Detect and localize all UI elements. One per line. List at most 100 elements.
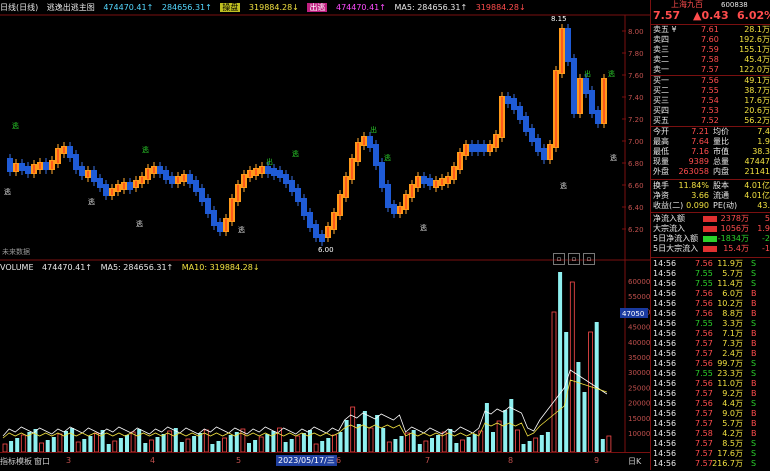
volume-highlight-value: 47050: [622, 310, 644, 318]
candle-core: [249, 171, 251, 177]
volume-bar: [112, 440, 118, 453]
volume-bar: [558, 272, 563, 452]
chart-svg[interactable]: 8.00 7.80 7.60 7.40 7.20 7.00 6.80 6.60 6.40 6.20…: [0, 0, 650, 470]
signal-marker: 逃: [12, 121, 19, 130]
volume-bar: [283, 442, 288, 452]
candle-body: [43, 162, 49, 170]
candle-body: [97, 178, 103, 188]
price-high-label: 8.15: [551, 15, 567, 23]
stats-row: 今开 7.21 均价 7.4: [653, 127, 770, 136]
volume-bar: [20, 434, 26, 453]
candle-core: [15, 164, 17, 171]
volume-bar: [436, 435, 441, 452]
candle-core: [489, 145, 491, 151]
volume-bar: [423, 440, 429, 453]
signal-marker: 出: [370, 125, 377, 134]
volume-bar: [362, 411, 367, 452]
tick-row: 14:56 7.56 6.0万 B: [653, 289, 757, 298]
price-axis-label: 6.40: [628, 204, 644, 212]
volume-bar: [503, 410, 508, 452]
volume-bars: [2, 272, 612, 453]
tab-indicator[interactable]: 指标: [0, 456, 16, 467]
flow-bar: [703, 216, 717, 222]
volume-bar: [308, 430, 312, 452]
ask-row: 卖二 7.58 45.4万: [653, 55, 770, 64]
candle-body: [307, 212, 313, 228]
candle-core: [141, 177, 143, 183]
volume-axis-label: 15000: [628, 415, 650, 423]
date-tick-8: 8: [508, 456, 514, 465]
volume-bar: [454, 443, 459, 452]
candle-core: [261, 167, 263, 173]
volume-bar: [386, 441, 392, 453]
candle-core: [339, 195, 341, 215]
candle-core: [447, 177, 449, 183]
volume-bar: [106, 444, 111, 452]
candle-core: [183, 175, 185, 181]
no-data-label: 未来数据: [2, 247, 30, 256]
date-cursor: 2023/05/17/三: [276, 455, 337, 466]
candle-body: [523, 116, 529, 132]
volume-bar: [448, 429, 453, 452]
tab-daily[interactable]: 日K: [628, 456, 641, 467]
candle-core: [399, 207, 401, 213]
candle-body: [277, 170, 283, 178]
volume-bar: [430, 438, 434, 452]
volume-bar: [148, 439, 154, 453]
volume-bar: [466, 437, 471, 452]
volume-bar: [350, 406, 356, 453]
candle-core: [327, 227, 329, 237]
volume-bar: [45, 440, 50, 452]
tick-row: 14:56 7.57 9.2万 B: [653, 389, 757, 398]
volume-bar: [137, 429, 142, 452]
mini-button-3[interactable]: ▫: [583, 253, 595, 265]
candle-body: [427, 178, 433, 186]
date-tick-7: 7: [425, 456, 431, 465]
tick-row: 14:56 7.55 5.7万 S: [653, 269, 757, 278]
tab-template[interactable]: 模板: [16, 456, 32, 467]
tick-row: 14:56 7.57 17.6万 S: [653, 449, 757, 458]
chart-area[interactable]: 日线(日线) 逃逸出逃主图 474470.41↑ 284656.31↑ 操盘 3…: [0, 0, 650, 470]
price-axis-label: 6.60: [628, 182, 644, 190]
stats2-row: 换手 11.84% 股本 4.01亿: [653, 181, 770, 190]
volume-bar: [39, 442, 44, 453]
candle-body: [271, 168, 277, 176]
volume-bar: [588, 331, 593, 453]
signal-marker: 逃: [610, 153, 617, 162]
candle-body: [511, 98, 517, 110]
candle-core: [603, 79, 605, 123]
candle-core: [111, 189, 113, 195]
tick-row: 14:56 7.57 8.5万 S: [653, 439, 757, 448]
volume-bar: [320, 441, 325, 452]
candle-body: [517, 106, 523, 120]
candle-core: [237, 185, 239, 201]
candle-body: [571, 58, 577, 114]
volume-bar: [185, 438, 191, 453]
tick-row: 14:56 7.58 4.2万 B: [653, 429, 757, 438]
signal-marker: 逃: [420, 223, 427, 232]
volume-label[interactable]: VOLUME: [0, 263, 34, 272]
bid-row: 买四 7.53 20.6万: [653, 106, 770, 115]
stats-row: 外盘 263058 内盘 21141: [653, 167, 770, 176]
volume-bar: [301, 433, 306, 452]
volume-bar: [606, 435, 612, 453]
quote-panel: 上海九百 600838 7.57 ▲0.43 6.02% 卖五 ¥7.6128.…: [650, 0, 770, 470]
tab-window[interactable]: 窗口: [34, 456, 50, 467]
candle-core: [243, 175, 245, 187]
candle-core: [435, 181, 437, 187]
candle-body: [79, 166, 85, 176]
volume-axis-label: 30000: [628, 369, 650, 377]
price-axis-label: 6.20: [628, 226, 644, 234]
volume-bar: [515, 429, 520, 453]
volume-axis-label: 25000: [628, 384, 650, 392]
mini-button-1[interactable]: ▫: [553, 253, 565, 265]
mini-button-2[interactable]: ▫: [568, 253, 580, 265]
volume-bar: [313, 443, 319, 453]
stats-row: 最低 7.16 市值 38.3: [653, 147, 770, 156]
tick-row: 14:56 7.56 11.0万 B: [653, 379, 757, 388]
candle-body: [595, 110, 601, 124]
candle-body: [283, 174, 289, 184]
volume-bar: [551, 311, 557, 453]
bid-row: 买五 7.52 56.2万: [653, 116, 770, 125]
volume-bar: [527, 441, 532, 452]
